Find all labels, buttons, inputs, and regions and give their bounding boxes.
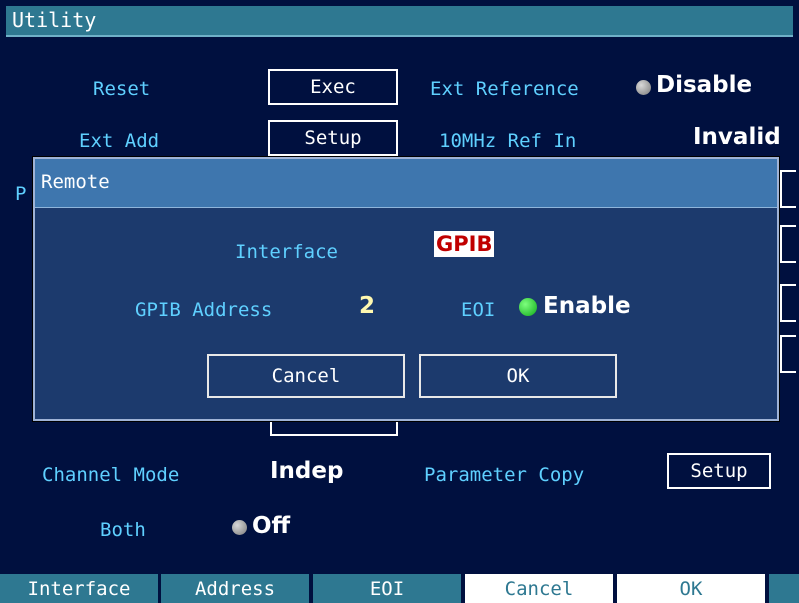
ext-add-label: Ext Add: [79, 130, 160, 152]
softkey-blank[interactable]: [769, 574, 799, 603]
softkey-eoi[interactable]: EOI: [313, 574, 461, 603]
dialog-ok-button[interactable]: OK: [419, 354, 617, 398]
dialog-title-bar: Remote: [35, 159, 777, 208]
ext-reference-value[interactable]: Disable: [656, 72, 752, 98]
softkey-interface[interactable]: Interface: [0, 574, 158, 603]
hidden-button-edge[interactable]: [780, 335, 796, 373]
gpib-address-label: GPIB Address: [135, 299, 273, 321]
dialog-title: Remote: [41, 171, 110, 193]
both-value[interactable]: Off: [252, 513, 290, 539]
ext-add-setup-button[interactable]: Setup: [268, 120, 398, 156]
channel-mode-value[interactable]: Indep: [270, 458, 343, 484]
ref-in-value: Invalid: [693, 124, 781, 150]
hidden-row-label: P: [15, 183, 27, 205]
hidden-button-edge[interactable]: [780, 284, 796, 322]
interface-label: Interface: [235, 241, 338, 263]
green-led-icon: [519, 298, 537, 316]
parameter-copy-label: Parameter Copy: [424, 464, 585, 486]
hidden-button-edge[interactable]: [780, 170, 796, 208]
reset-exec-button[interactable]: Exec: [268, 69, 398, 105]
softkey-bar: Interface Address EOI Cancel OK: [0, 574, 799, 603]
gray-led-icon: [232, 520, 247, 535]
hidden-button-edge[interactable]: [780, 225, 796, 263]
parameter-copy-setup-button[interactable]: Setup: [667, 453, 771, 489]
interface-value[interactable]: GPIB: [434, 231, 495, 257]
title-bar: Utility: [6, 6, 793, 37]
ref-in-label: 10MHz Ref In: [439, 130, 577, 152]
both-label: Both: [100, 519, 146, 541]
channel-mode-label: Channel Mode: [42, 464, 180, 486]
softkey-address[interactable]: Address: [161, 574, 309, 603]
utility-screen: Utility Reset Exec Ext Reference Disable…: [0, 0, 799, 603]
eoi-label: EOI: [461, 299, 496, 321]
gray-led-icon: [636, 80, 651, 95]
dialog-cancel-button[interactable]: Cancel: [207, 354, 405, 398]
window-title: Utility: [12, 8, 97, 32]
reset-label: Reset: [93, 78, 151, 100]
remote-dialog: Remote Interface GPIB GPIB Address 2 EOI…: [33, 157, 779, 421]
softkey-ok[interactable]: OK: [617, 574, 765, 603]
softkey-cancel[interactable]: Cancel: [465, 574, 613, 603]
ext-reference-label: Ext Reference: [430, 78, 579, 100]
eoi-value[interactable]: Enable: [543, 293, 631, 319]
gpib-address-value[interactable]: 2: [359, 293, 375, 319]
